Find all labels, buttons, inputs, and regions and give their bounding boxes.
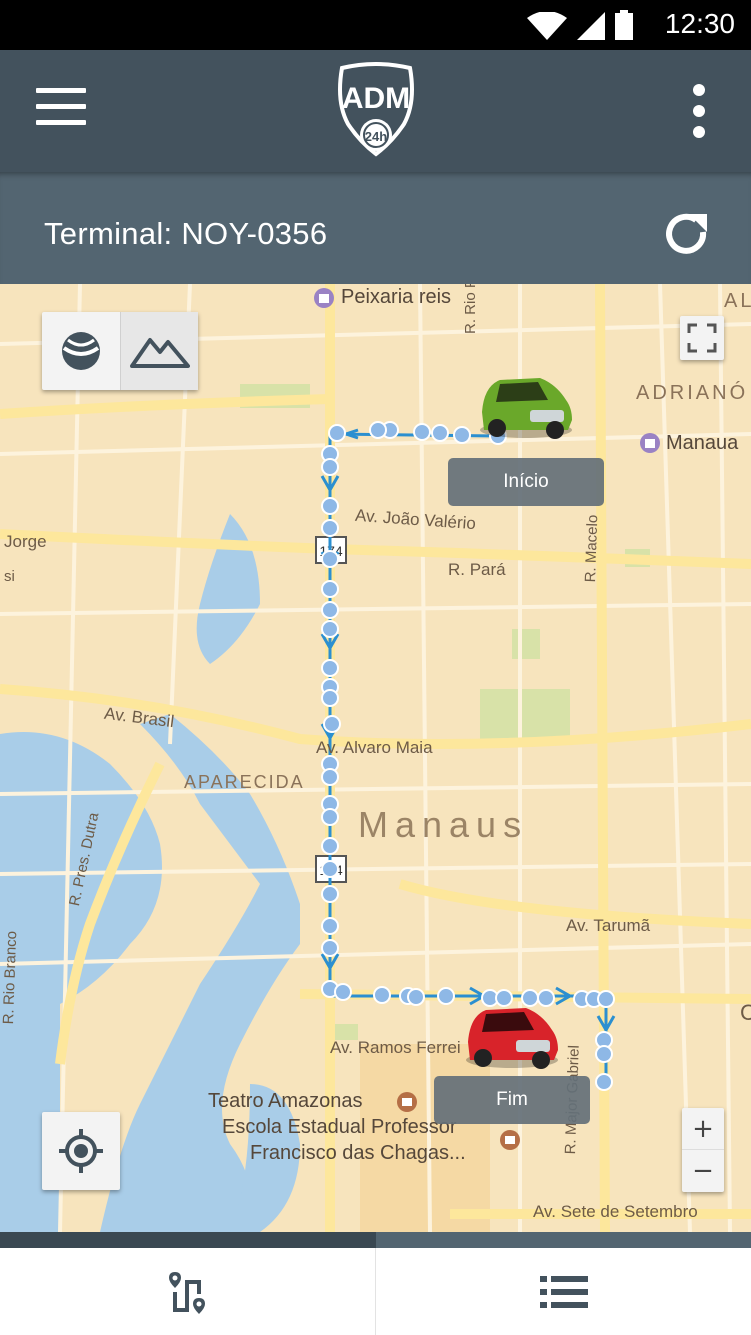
signal-icon — [577, 12, 605, 40]
zoom-control: + − — [682, 1108, 724, 1192]
map-label-rio-purus: R. Rio Purus — [462, 284, 479, 334]
menu-icon — [36, 88, 86, 93]
map-label-para: R. Pará — [448, 560, 506, 579]
logo-badge: 24h — [365, 129, 387, 144]
mountain-icon — [129, 338, 190, 368]
globe-icon — [62, 332, 100, 370]
zoom-in-button[interactable]: + — [682, 1108, 724, 1150]
adm-logo: ADM 24h — [338, 62, 414, 157]
bottom-nav — [0, 1248, 751, 1335]
logo-text: ADM — [342, 82, 410, 115]
list-icon — [540, 1276, 588, 1308]
more-options-button[interactable] — [687, 84, 711, 142]
map-label-ramos-ferreira: Av. Ramos Ferrei — [330, 1038, 461, 1057]
fullscreen-icon — [687, 323, 717, 353]
menu-button[interactable] — [36, 88, 92, 132]
map-label-escola-2: Francisco das Chagas... — [250, 1142, 466, 1164]
map-label-adriano: ADRIANÓ — [636, 382, 749, 404]
start-label: Início — [448, 458, 604, 506]
map-label-alvaro-maia: Av. Alvaro Maia — [316, 738, 433, 757]
crosshair-icon — [59, 1129, 103, 1173]
app-bar: ADM 24h — [0, 50, 751, 172]
map-label-taruma: Av. Tarumã — [566, 916, 651, 935]
map-label-escola-1: Escola Estadual Professor — [222, 1116, 457, 1138]
start-car-icon — [480, 378, 572, 439]
map-label-teatro: Teatro Amazonas — [208, 1090, 363, 1112]
map-label-rio-branco: R. Rio Branco — [0, 930, 21, 1025]
map-label-si: si — [4, 568, 15, 585]
map-label-jorge: Jorge — [4, 532, 47, 551]
satellite-view-button[interactable] — [42, 312, 120, 390]
tab-indicator — [0, 1232, 376, 1248]
map-label-sete-setembro: Av. Sete de Setembro — [533, 1202, 698, 1221]
tab-list[interactable] — [375, 1248, 751, 1335]
my-location-button[interactable] — [42, 1112, 120, 1190]
map-label-al: AL — [724, 290, 751, 312]
map-label-macelo: R. Macelo — [582, 514, 602, 583]
shopping-poi-icon-2 — [640, 433, 660, 453]
battery-icon — [615, 10, 633, 40]
tab-indicator-track — [0, 1232, 751, 1248]
status-bar: 12:30 — [0, 0, 751, 50]
shopping-poi-icon — [314, 288, 334, 308]
terrain-view-button[interactable] — [120, 312, 198, 390]
terminal-bar: Terminal: NOY-0356 — [0, 172, 751, 284]
fullscreen-button[interactable] — [680, 316, 724, 360]
zoom-out-button[interactable]: − — [682, 1150, 724, 1192]
school-poi-icon — [500, 1130, 520, 1150]
status-time: 12:30 — [664, 8, 735, 39]
terminal-label: Terminal: NOY-0356 — [44, 216, 328, 251]
map-label-c-edge: C — [740, 1000, 751, 1025]
landmark-poi-icon — [397, 1092, 417, 1112]
map-label-manaura: Manaua — [666, 432, 739, 454]
map-type-toggle — [42, 312, 198, 390]
end-car-icon — [466, 1008, 558, 1069]
map-label-aparecida: APARECIDA — [184, 772, 305, 792]
map-label-manaus: Manaus — [358, 804, 529, 845]
map-label-peixaria: Peixaria reis — [341, 286, 452, 308]
end-label: Fim — [434, 1076, 590, 1124]
wifi-icon — [527, 12, 567, 40]
map-view[interactable]: 174 174 — [0, 284, 751, 1232]
tab-route[interactable] — [0, 1248, 375, 1335]
map-background: 174 174 — [0, 284, 751, 1232]
refresh-icon[interactable] — [663, 210, 711, 258]
more-vert-icon — [693, 84, 705, 96]
route-icon — [169, 1272, 205, 1314]
